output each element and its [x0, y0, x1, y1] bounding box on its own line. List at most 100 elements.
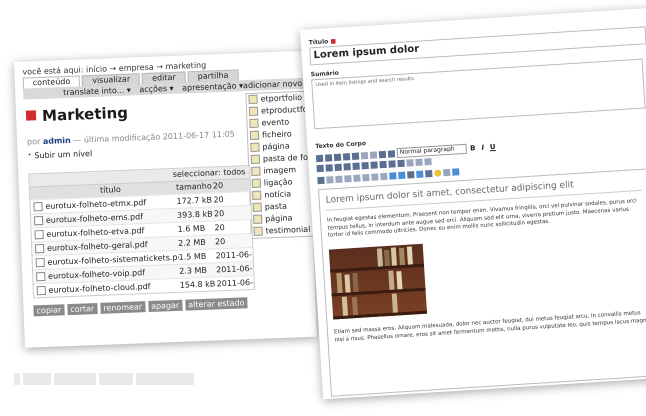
- rename-button-reflection: [54, 373, 96, 385]
- byline-modified: — última modificação 2011-06-17 11:05: [73, 129, 235, 145]
- outdent-icon[interactable]: [370, 161, 378, 169]
- title-input[interactable]: Lorem ipsum dolor: [309, 26, 646, 66]
- type-icon: [248, 106, 259, 117]
- row-size: 2.3 MB: [179, 265, 208, 276]
- row-date: 2011-06-17 17:48: [216, 277, 254, 289]
- up-level-link[interactable]: ⁺ Subir um nível: [27, 149, 92, 160]
- row-size: 154.8 kB: [179, 279, 216, 290]
- actions-menu[interactable]: acções ▾: [139, 84, 174, 94]
- preview-icon[interactable]: [452, 168, 460, 176]
- body-label: Texto do Corpo: [315, 140, 367, 151]
- news-icon: [252, 190, 262, 200]
- menu-item-label: página: [262, 141, 290, 152]
- media-icon[interactable]: [389, 172, 397, 180]
- separator-icon[interactable]: [443, 168, 451, 177]
- bullet-list-icon[interactable]: [352, 162, 360, 170]
- title-label-text: Título: [308, 38, 329, 47]
- bookshelf-image: [328, 243, 428, 320]
- menu-item-label: etportfolio: [260, 92, 303, 104]
- column-size[interactable]: tamanho: [176, 180, 213, 193]
- delete-col-icon[interactable]: [371, 173, 379, 181]
- table-col-icon[interactable]: [335, 175, 343, 184]
- table-body: eurotux-folheto-etmx.pdf 172.7 kB 20 eurot…: [30, 191, 254, 298]
- author-link[interactable]: admin: [43, 136, 71, 146]
- row-checkbox[interactable]: [35, 257, 45, 268]
- anchor-icon[interactable]: [424, 158, 432, 166]
- align-justify-icon[interactable]: [343, 163, 351, 171]
- align-right-icon[interactable]: [334, 163, 342, 172]
- rich-text-editor[interactable]: Lorem ipsum dolor sit amet, consectetur …: [318, 168, 646, 397]
- emoticon-icon[interactable]: [434, 169, 442, 177]
- menu-item-label: ligação: [263, 177, 293, 188]
- row-checkbox[interactable]: [33, 216, 44, 226]
- paste-icon[interactable]: [333, 153, 342, 161]
- redo-icon[interactable]: [369, 150, 378, 159]
- format-select[interactable]: Normal paragraph: [396, 143, 468, 159]
- delete-button[interactable]: apagar: [147, 299, 183, 313]
- row-size: 2.2 MB: [177, 237, 206, 248]
- row-checkbox[interactable]: [34, 243, 45, 254]
- byline-prefix: por: [26, 137, 41, 147]
- menu-item-label: ficheiro: [261, 129, 292, 140]
- folder-icon: [252, 202, 262, 212]
- row-checkbox[interactable]: [33, 202, 43, 212]
- summary-textarea[interactable]: Used in item listings and search results…: [311, 58, 646, 130]
- row-date: 20: [214, 223, 225, 233]
- table-row-icon[interactable]: [326, 176, 334, 184]
- row-checkbox[interactable]: [34, 229, 44, 240]
- indent-icon[interactable]: [379, 160, 387, 169]
- replace-icon[interactable]: [387, 149, 396, 158]
- paste-word-icon[interactable]: [351, 152, 360, 160]
- edit-document-window: Título ■ Lorem ipsum dolor Sumário Used …: [300, 7, 646, 400]
- menu-item-label: testimonial: [265, 224, 311, 236]
- up-level-label: Subir um nível: [34, 149, 93, 161]
- menu-item-testimonial[interactable]: testimonial: [251, 223, 316, 238]
- menu-item-label: notícia: [264, 189, 292, 200]
- copy-button[interactable]: copiar: [33, 304, 65, 317]
- fullscreen-icon[interactable]: [398, 171, 406, 180]
- split-cells-icon[interactable]: [353, 174, 361, 182]
- copy-icon[interactable]: [324, 153, 333, 162]
- row-checkbox[interactable]: [35, 271, 46, 282]
- buttons-reflection: [14, 365, 304, 385]
- code-icon[interactable]: [416, 170, 424, 178]
- page-icon: [253, 214, 263, 224]
- align-center-icon[interactable]: [325, 164, 333, 172]
- bold-button[interactable]: B: [469, 144, 477, 152]
- required-icon: ■: [330, 37, 337, 46]
- align-left-icon[interactable]: [316, 164, 324, 173]
- undo-icon[interactable]: [360, 151, 369, 159]
- row-size: 1.6 MB: [177, 223, 206, 234]
- numbered-list-icon[interactable]: [361, 161, 369, 170]
- edit-icon[interactable]: [317, 176, 325, 185]
- rename-button[interactable]: renomear: [100, 301, 146, 314]
- row-checkbox[interactable]: [36, 285, 46, 296]
- translate-menu[interactable]: translate into... ▾: [63, 86, 131, 98]
- cut-button[interactable]: cortar: [67, 302, 98, 316]
- unlink-icon[interactable]: [415, 158, 423, 166]
- help-icon[interactable]: [425, 169, 433, 178]
- paste-text-icon[interactable]: [342, 152, 351, 161]
- row-size: 393.8 kB: [176, 209, 213, 220]
- horizontal-rule-icon[interactable]: [407, 171, 415, 179]
- change-state-button-reflection: [136, 373, 194, 385]
- table-icon[interactable]: [397, 159, 405, 168]
- column-date[interactable]: 20: [213, 179, 250, 192]
- image-icon[interactable]: [388, 160, 396, 168]
- merge-cells-icon[interactable]: [344, 175, 352, 183]
- link-icon: [251, 178, 262, 188]
- page-title: Marketing: [25, 104, 128, 126]
- find-icon[interactable]: [378, 150, 387, 158]
- underline-button[interactable]: U: [488, 143, 496, 151]
- link-icon[interactable]: [406, 159, 414, 167]
- folder-icon: [250, 154, 261, 164]
- cut-icon[interactable]: [315, 154, 324, 162]
- row-size: 172.7 kB: [176, 195, 213, 206]
- italic-button[interactable]: I: [479, 144, 487, 152]
- delete-row-icon[interactable]: [362, 173, 370, 182]
- menu-item-label: pasta de fo: [262, 152, 309, 164]
- editor-paragraph-1: In feugiat egestas elementum. Praesent n…: [326, 198, 637, 239]
- insert-icon[interactable]: [380, 172, 388, 181]
- change-state-button[interactable]: alterar estado: [185, 297, 248, 311]
- display-menu[interactable]: apresentação ▾: [182, 81, 243, 92]
